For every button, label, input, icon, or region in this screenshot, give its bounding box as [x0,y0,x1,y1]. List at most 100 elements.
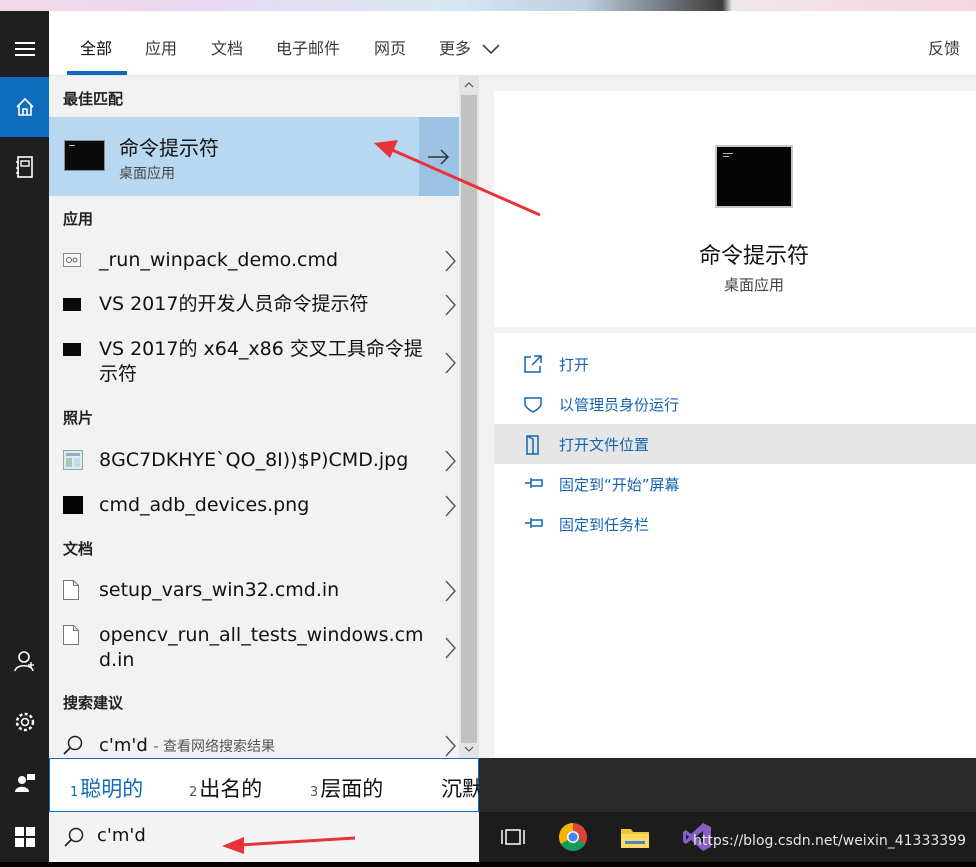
desktop-top-strip [0,0,976,11]
result-name: VS 2017的开发人员命令提示符 [99,293,369,315]
action-run-as-admin[interactable]: 以管理员身份运行 [494,384,976,424]
user-icon [13,651,34,672]
task-view-icon[interactable] [497,821,529,853]
command-prompt-icon [64,140,105,171]
shield-icon [524,397,542,413]
preview-pane: 命令提示符 桌面应用 打开 以管理员身份运行 打开文件位置 固定到“开始”屏幕 [479,76,976,758]
document-icon [63,580,79,600]
gear-icon [15,712,34,732]
chevron-right-icon[interactable] [443,449,457,473]
taskbar: https://blog.csdn.net/weixin_41333399 [479,812,976,862]
best-match-item[interactable]: 命令提示符 桌面应用 [49,117,419,196]
section-documents: 文档 [63,540,94,558]
result-name: _run_winpack_demo.cmd [99,249,339,271]
start-button[interactable] [0,807,49,867]
scroll-thumb[interactable] [461,95,477,743]
result-name: VS 2017的 x64_x86 交叉工具命令提示符 [99,338,423,385]
scroll-down-button[interactable] [459,740,479,758]
action-pin-to-start[interactable]: 固定到“开始”屏幕 [494,464,976,504]
preview-actions: 打开 以管理员身份运行 打开文件位置 固定到“开始”屏幕 固定到任务栏 [494,333,976,758]
list-item[interactable]: _run_winpack_demo.cmd [49,238,459,282]
action-open-file-location[interactable]: 打开文件位置 [494,424,976,464]
ime-candidate-2[interactable]: 2出名的 [189,773,262,803]
pin-icon [525,478,543,488]
image-file-icon [63,450,83,470]
account-button[interactable] [0,631,49,691]
feedback-hub-button[interactable] [0,753,49,813]
ime-candidate-1[interactable]: 1聪明的 [70,773,143,803]
action-label: 以管理员身份运行 [559,396,680,414]
action-open[interactable]: 打开 [494,344,976,384]
action-pin-to-taskbar[interactable]: 固定到任务栏 [494,504,976,544]
tab-apps[interactable]: 应用 [145,35,177,59]
best-match-title: 命令提示符 [119,136,219,160]
list-item[interactable]: opencv_run_all_tests_windows.cmd.in [49,613,459,679]
chevron-right-icon[interactable] [443,293,457,317]
chevron-right-icon[interactable] [443,351,457,375]
chevron-down-icon [482,44,500,55]
notebook-button[interactable] [0,137,49,197]
home-icon [15,97,34,116]
watermark-text: https://blog.csdn.net/weixin_41333399 [692,833,966,849]
candidate-number: 2 [189,785,198,800]
scroll-up-button[interactable] [459,76,479,94]
chevron-down-icon [464,746,474,752]
action-label: 固定到任务栏 [559,516,650,534]
search-icon [64,827,84,847]
section-best-match: 最佳匹配 [63,90,124,108]
home-button[interactable] [0,77,49,137]
settings-button[interactable] [0,692,49,752]
script-file-icon [63,253,81,267]
result-name: opencv_run_all_tests_windows.cmd.in [99,624,424,671]
tab-more[interactable]: 更多 [439,35,500,59]
search-input[interactable]: c'm'd [97,825,146,846]
image-thumbnail-icon [63,496,83,514]
search-results-list: 最佳匹配 命令提示符 桌面应用 应用 _run_winpack_demo.cmd… [49,76,459,758]
suggestion-text: c'm'd - 查看网络搜索结果 [99,733,429,758]
result-name: 8GC7DKHYE`QO_8I))$P)CMD.jpg [99,449,409,471]
section-search-suggestions: 搜索建议 [63,694,124,712]
pin-icon [525,518,543,528]
ime-candidate-4[interactable]: 沉默 [441,773,483,803]
chrome-icon[interactable] [557,821,589,853]
chevron-right-icon[interactable] [443,249,457,273]
candidate-text: 出名的 [199,777,263,801]
chevron-up-icon [464,82,474,88]
console-icon [63,343,81,356]
list-item[interactable]: VS 2017的 x64_x86 交叉工具命令提示符 [49,327,459,393]
ime-candidate-bar: 1聪明的 2出名的 3层面的 沉默 [49,758,483,812]
start-sidebar [0,11,49,862]
chevron-right-icon[interactable] [443,636,457,660]
document-icon [63,625,79,645]
list-item[interactable]: cmd_adb_devices.png [49,483,459,528]
feedback-link[interactable]: 反馈 [928,35,960,59]
command-prompt-large-icon [715,145,793,208]
list-item[interactable]: setup_vars_win32.cmd.in [49,568,459,613]
arrow-right-icon [428,148,450,165]
action-label: 打开 [559,356,590,374]
list-item[interactable]: VS 2017的开发人员命令提示符 [49,282,459,327]
candidate-text: 层面的 [320,777,384,801]
tab-web[interactable]: 网页 [374,35,406,59]
candidate-number: 1 [70,785,79,800]
console-icon [63,298,81,311]
action-label: 固定到“开始”屏幕 [559,476,680,494]
search-icon [63,735,83,755]
tab-documents[interactable]: 文档 [211,35,243,59]
tab-email[interactable]: 电子邮件 [276,35,340,59]
chevron-right-icon[interactable] [443,494,457,518]
chevron-right-icon[interactable] [443,579,457,603]
search-suggestion-item[interactable]: c'm'd - 查看网络搜索结果 [49,726,459,758]
tab-all[interactable]: 全部 [80,35,112,59]
list-item[interactable]: 8GC7DKHYE`QO_8I))$P)CMD.jpg [49,438,459,483]
file-location-icon [526,435,539,455]
ime-candidate-3[interactable]: 3层面的 [310,773,383,803]
menu-button[interactable] [0,19,49,79]
chevron-right-icon[interactable] [443,734,457,758]
search-box[interactable]: c'm'd [49,812,479,862]
windows-logo-icon [14,827,35,847]
results-scrollbar[interactable] [459,76,479,758]
best-match-subtitle: 桌面应用 [119,166,175,182]
best-match-expand-button[interactable] [419,117,459,196]
file-explorer-icon[interactable] [619,821,651,853]
